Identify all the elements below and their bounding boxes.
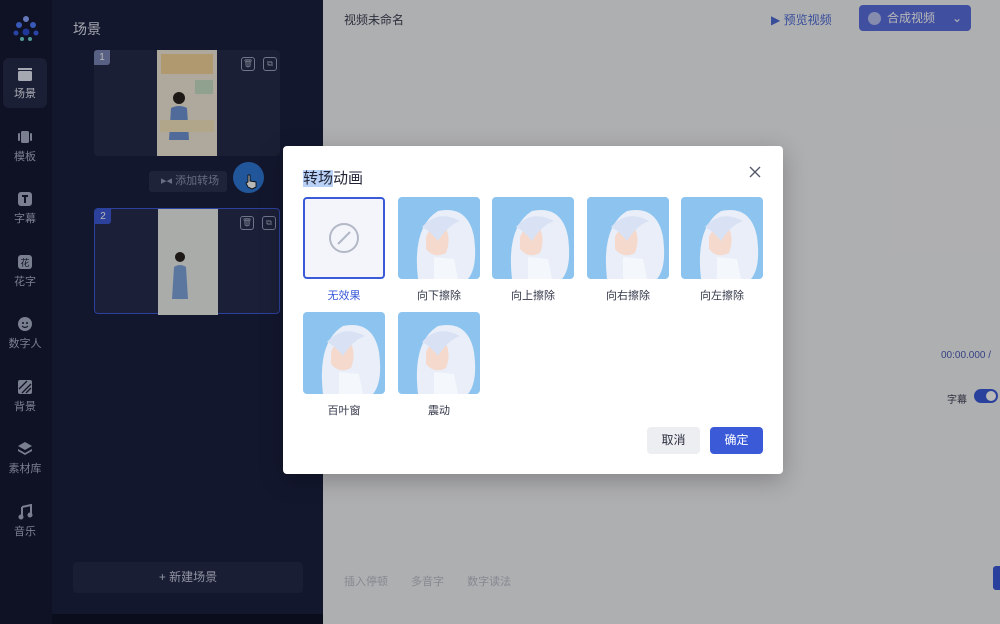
option-thumbnail xyxy=(398,312,480,394)
option-thumbnail xyxy=(398,197,480,279)
transition-option-none[interactable]: 无效果 xyxy=(303,197,385,303)
modal-title: 转场动画 xyxy=(303,167,363,188)
transition-option-wipe-down[interactable]: 向下擦除 xyxy=(398,197,480,303)
anime-girl-image xyxy=(681,197,763,279)
close-icon[interactable] xyxy=(747,164,763,180)
option-label: 震动 xyxy=(428,405,450,417)
option-thumbnail xyxy=(587,197,669,279)
title-highlight: 转场 xyxy=(303,170,334,187)
option-label: 向上擦除 xyxy=(511,290,555,302)
option-thumbnail xyxy=(492,197,574,279)
option-label: 向左擦除 xyxy=(700,290,744,302)
option-label: 向下擦除 xyxy=(417,290,461,302)
cancel-button[interactable]: 取消 xyxy=(647,427,700,454)
option-thumbnail xyxy=(681,197,763,279)
transition-modal: 转场动画 无效果 向下擦除 向上擦除 向右擦除 向左擦除 百叶窗 震动 取消 确… xyxy=(283,146,783,474)
anime-girl-image xyxy=(398,197,480,279)
option-label: 向右擦除 xyxy=(606,290,650,302)
transition-option-shake[interactable]: 震动 xyxy=(398,312,480,418)
title-rest: 动画 xyxy=(333,170,364,187)
anime-girl-image xyxy=(398,312,480,394)
option-label: 无效果 xyxy=(327,290,361,302)
anime-girl-image xyxy=(587,197,669,279)
option-thumbnail xyxy=(303,197,385,279)
option-label: 百叶窗 xyxy=(327,405,361,417)
anime-girl-image xyxy=(303,312,385,394)
transition-option-blinds[interactable]: 百叶窗 xyxy=(303,312,385,418)
transition-option-wipe-left[interactable]: 向左擦除 xyxy=(681,197,763,303)
confirm-button[interactable]: 确定 xyxy=(710,427,763,454)
transition-option-wipe-up[interactable]: 向上擦除 xyxy=(492,197,574,303)
no-effect-icon xyxy=(329,223,359,253)
option-thumbnail xyxy=(303,312,385,394)
anime-girl-image xyxy=(492,197,574,279)
transition-option-wipe-right[interactable]: 向右擦除 xyxy=(587,197,669,303)
